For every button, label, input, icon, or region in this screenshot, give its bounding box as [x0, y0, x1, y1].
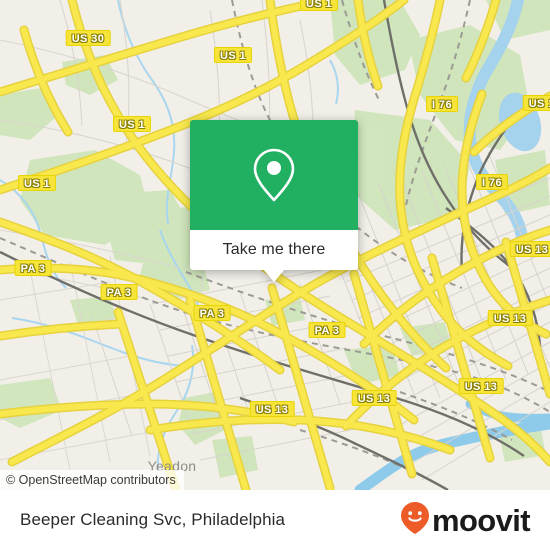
place-title: Beeper Cleaning Svc, Philadelphia	[20, 510, 286, 529]
road-shield[interactable]: PA 3	[14, 260, 52, 276]
moovit-smiley-pin-icon	[400, 501, 430, 540]
osm-attribution[interactable]: © OpenStreetMap contributors	[0, 470, 184, 490]
callout-pointer	[263, 269, 285, 282]
road-shield[interactable]: US 13	[249, 401, 295, 417]
road-shield[interactable]: I 76	[426, 96, 458, 112]
road-shield[interactable]: US 13	[458, 378, 504, 394]
callout-action-area[interactable]: Take me there	[190, 230, 358, 270]
road-shield[interactable]: I 76	[476, 174, 508, 190]
moovit-logo[interactable]: moovit	[400, 501, 531, 540]
road-shield[interactable]: US 13	[351, 390, 397, 406]
road-shield[interactable]: US 1	[17, 175, 57, 191]
road-shield[interactable]: PA 3	[308, 322, 346, 338]
take-me-there-label: Take me there	[222, 241, 326, 258]
map-pin-icon	[251, 146, 297, 204]
road-shield[interactable]: US 30	[65, 30, 111, 46]
map-canvas[interactable]: Yeadon US 30 US 1 US 1 US 1 US 1 I 76 I …	[0, 0, 550, 490]
road-shield[interactable]: US 1	[112, 116, 152, 132]
moovit-wordmark: moovit	[431, 502, 531, 538]
road-shield[interactable]: US 1	[213, 47, 253, 63]
road-shield[interactable]: PA 3	[100, 284, 138, 300]
road-shield[interactable]: US 1	[299, 0, 339, 11]
destination-callout[interactable]: Take me there	[190, 120, 358, 282]
road-shield[interactable]: US 13	[522, 95, 550, 111]
road-shield[interactable]: US 13	[487, 310, 533, 326]
callout-image-area	[190, 120, 358, 230]
footer-bar: Beeper Cleaning Svc, Philadelphia moovit	[0, 490, 550, 550]
road-shield[interactable]: US 13	[509, 241, 550, 257]
map-screenshot: Yeadon US 30 US 1 US 1 US 1 US 1 I 76 I …	[0, 0, 550, 550]
road-shield[interactable]: PA 3	[193, 305, 231, 321]
